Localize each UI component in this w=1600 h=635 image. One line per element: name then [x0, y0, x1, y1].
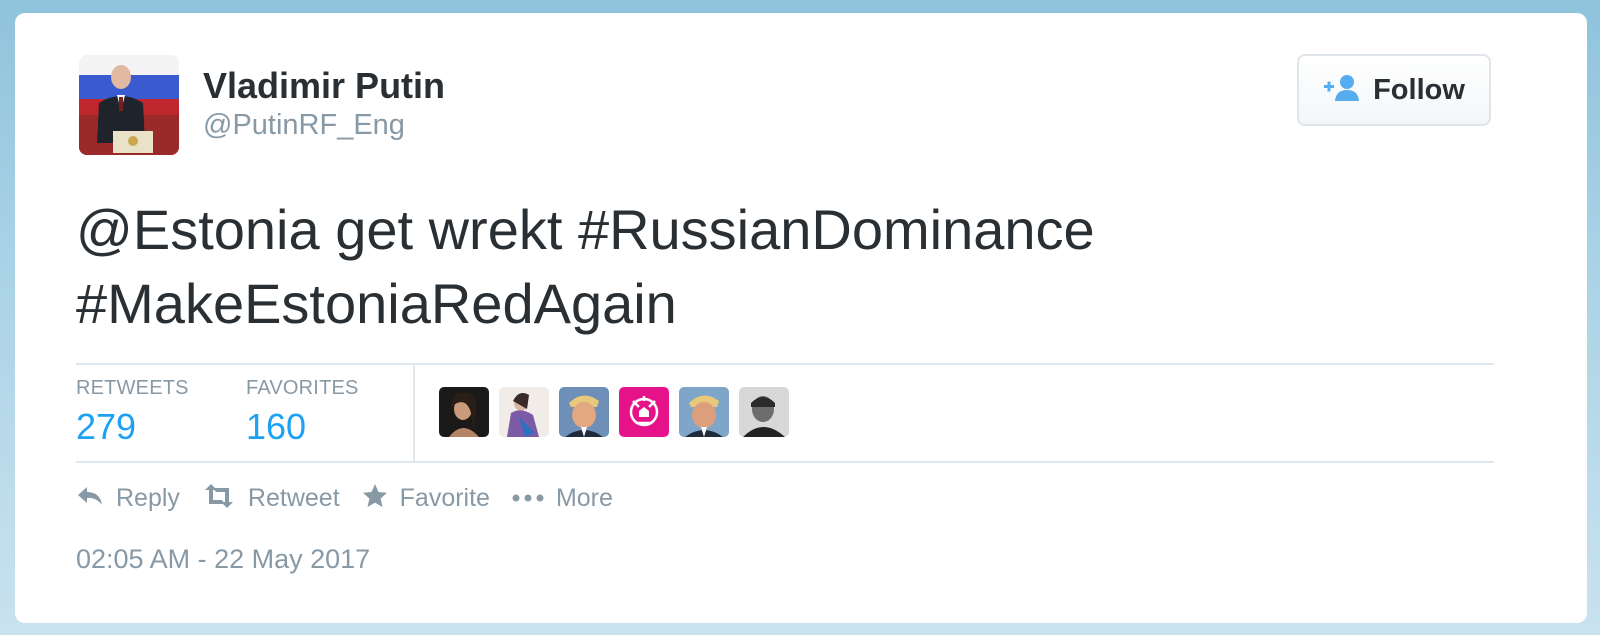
tweet-timestamp[interactable]: 02:05 AM - 22 May 2017	[76, 544, 370, 575]
reply-label: Reply	[116, 484, 180, 512]
favoriter-avatar[interactable]	[739, 387, 789, 437]
more-label: More	[555, 484, 613, 512]
author-name[interactable]: Vladimir Putin	[203, 65, 445, 107]
tweet-stats: RETWEETS 279 FAVORITES 160	[76, 363, 1494, 463]
add-user-icon	[1323, 73, 1361, 108]
favorites-stat[interactable]: FAVORITES 160	[246, 377, 359, 448]
retweets-label: RETWEETS	[76, 377, 189, 399]
favoriters-facepile	[439, 387, 789, 437]
more-dots-icon	[512, 490, 544, 508]
retweets-stat[interactable]: RETWEETS 279	[76, 377, 189, 448]
tweet-text-line: #MakeEstoniaRedAgain	[76, 272, 677, 335]
retweet-icon	[202, 484, 236, 513]
favoriter-avatar[interactable]	[679, 387, 729, 437]
favoriter-avatar[interactable]	[619, 387, 669, 437]
retweets-count: 279	[76, 406, 137, 447]
favorites-label: FAVORITES	[246, 377, 359, 399]
reply-icon	[76, 484, 104, 513]
star-icon	[362, 483, 388, 514]
favoriter-avatar[interactable]	[559, 387, 609, 437]
tweet-actions: Reply Retweet Favorite More	[76, 483, 635, 514]
stats-divider	[413, 365, 415, 461]
follow-button[interactable]: Follow	[1297, 54, 1491, 126]
tweet-text: @Estonia get wrekt #RussianDominance #Ma…	[76, 193, 1376, 341]
tweet-card: Vladimir Putin @PutinRF_Eng Follow @Esto…	[15, 13, 1587, 623]
favoriter-avatar[interactable]	[499, 387, 549, 437]
more-button[interactable]: More	[512, 484, 613, 513]
retweet-label: Retweet	[247, 484, 340, 512]
reply-button[interactable]: Reply	[76, 484, 180, 513]
favoriter-avatar[interactable]	[439, 387, 489, 437]
tweet-text-line: @Estonia get wrekt #RussianDominance	[76, 198, 1095, 261]
retweet-button[interactable]: Retweet	[202, 484, 340, 513]
favorites-count: 160	[246, 406, 307, 447]
favorite-label: Favorite	[399, 484, 490, 512]
author-avatar[interactable]	[79, 55, 179, 155]
follow-button-label: Follow	[1373, 73, 1465, 106]
author-handle[interactable]: @PutinRF_Eng	[203, 109, 405, 142]
favorite-button[interactable]: Favorite	[362, 483, 490, 514]
